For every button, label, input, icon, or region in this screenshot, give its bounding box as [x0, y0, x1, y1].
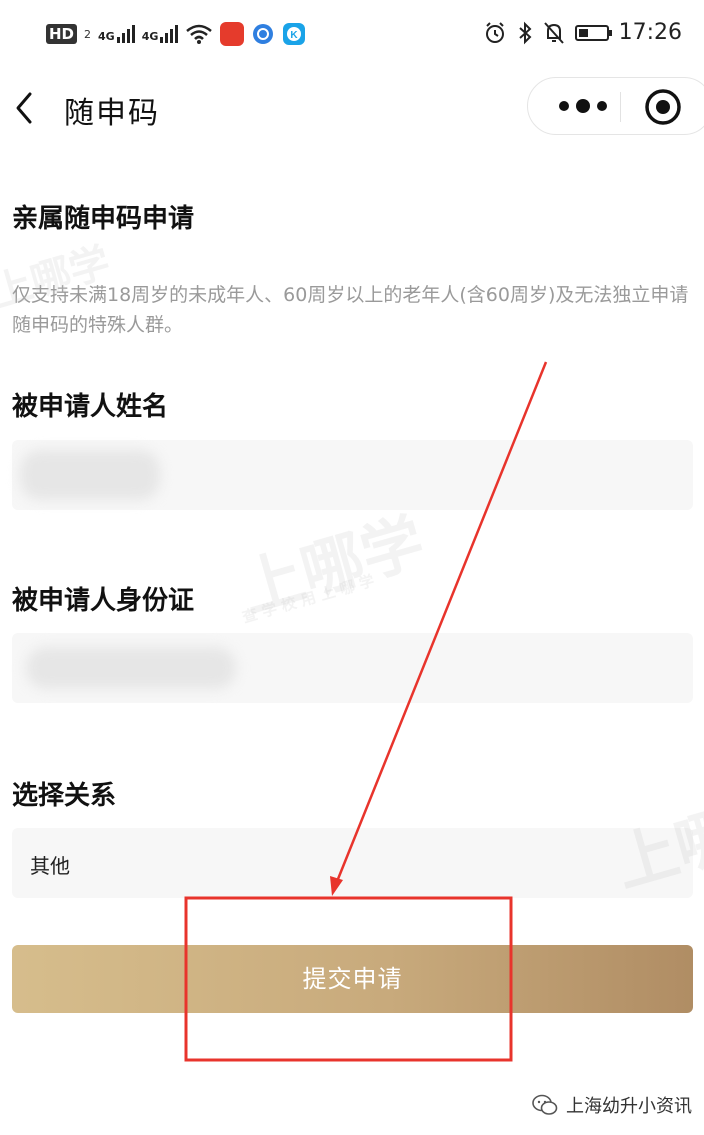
- id-label: 被申请人身份证: [12, 586, 195, 616]
- status-bar: HD 2 4G 4G K 17:26: [0, 0, 704, 72]
- svg-text:K: K: [291, 30, 299, 41]
- wechat-icon: [532, 1094, 558, 1115]
- network-type-2: 4G: [141, 30, 159, 43]
- more-icon[interactable]: [550, 91, 620, 121]
- credit-text: 上海幼升小资讯: [566, 1096, 692, 1117]
- page-title: 随申码: [64, 96, 160, 131]
- bluetooth-icon: [518, 21, 532, 44]
- status-time: 17:26: [618, 20, 682, 45]
- nav-bar: 随申码: [0, 72, 704, 144]
- submit-button[interactable]: 提交申请: [12, 945, 693, 1013]
- hd-indicator: HD: [46, 24, 78, 44]
- redacted-value: [26, 647, 236, 689]
- id-number-input[interactable]: [12, 633, 693, 703]
- relation-label: 选择关系: [12, 781, 117, 811]
- battery-icon: [574, 24, 612, 41]
- name-label: 被申请人姓名: [12, 392, 169, 422]
- wifi-icon: [186, 24, 213, 44]
- capsule-divider: [620, 92, 621, 122]
- browser-icon: [253, 24, 274, 44]
- relation-select[interactable]: 其他: [12, 828, 693, 898]
- name-input[interactable]: [12, 440, 693, 510]
- mini-program-capsule: [527, 77, 704, 135]
- hd-sub: 2: [84, 27, 92, 41]
- app-notification-icon: [220, 22, 245, 46]
- close-mini-program-icon[interactable]: [644, 88, 682, 126]
- app-k-icon: K: [283, 23, 306, 45]
- relation-selected-value: 其他: [30, 854, 70, 878]
- source-credit: 上海幼升小资讯: [532, 1092, 692, 1118]
- redacted-value: [20, 450, 160, 500]
- mute-icon: [543, 21, 564, 44]
- alarm-icon: [485, 21, 504, 43]
- network-type-1: 4G: [98, 30, 115, 43]
- back-button[interactable]: [8, 86, 48, 130]
- signal-icon: 4G: [142, 25, 179, 43]
- eligibility-notice: 仅支持未满18周岁的未成年人、60周岁以上的老年人(含60周岁)及无法独立申请随…: [12, 284, 689, 336]
- form-heading: 亲属随申码申请: [12, 204, 195, 234]
- signal-icon: 4G: [98, 25, 135, 43]
